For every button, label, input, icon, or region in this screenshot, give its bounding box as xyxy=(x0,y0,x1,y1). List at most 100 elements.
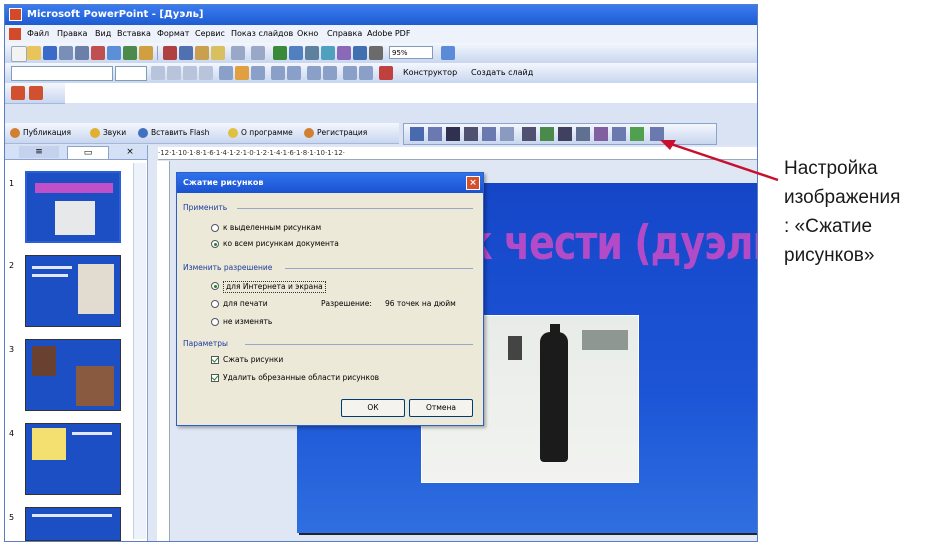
insert-picture-icon[interactable] xyxy=(410,127,424,141)
slide-thumbnail-5[interactable] xyxy=(25,507,121,541)
radio-apply-all[interactable] xyxy=(211,240,219,248)
preview-icon[interactable] xyxy=(107,46,121,60)
tab-slides[interactable]: ▭ xyxy=(67,146,109,159)
insert-flash-button[interactable]: Вставить Flash xyxy=(137,126,209,140)
research-icon[interactable] xyxy=(139,46,153,60)
thumb-picture xyxy=(55,201,95,235)
new-slide-button[interactable]: Создать слайд xyxy=(471,66,533,80)
print-icon[interactable] xyxy=(91,46,105,60)
format-picture-icon[interactable] xyxy=(612,127,626,141)
set-transparent-icon[interactable] xyxy=(630,127,644,141)
radio-apply-selected[interactable] xyxy=(211,224,219,232)
align-left-icon[interactable] xyxy=(219,66,233,80)
bullets-icon[interactable] xyxy=(287,66,301,80)
sounds-button[interactable]: Звуки xyxy=(89,126,126,140)
save-icon[interactable] xyxy=(43,46,57,60)
shadow-icon[interactable] xyxy=(199,66,213,80)
pane-close-button[interactable]: × xyxy=(123,146,137,158)
menu-help[interactable]: Справка xyxy=(327,25,362,43)
insert-table-icon[interactable] xyxy=(289,46,303,60)
tables-borders-icon[interactable] xyxy=(305,46,319,60)
decrease-font-icon[interactable] xyxy=(323,66,337,80)
menu-format[interactable]: Формат xyxy=(157,25,189,43)
addin-icon-1[interactable] xyxy=(11,86,25,100)
bold-icon[interactable] xyxy=(151,66,165,80)
dialog-close-button[interactable]: × xyxy=(466,176,480,190)
increase-indent-icon[interactable] xyxy=(359,66,373,80)
font-name-select[interactable] xyxy=(11,66,113,81)
grayscale-icon[interactable] xyxy=(369,46,383,60)
less-brightness-icon[interactable] xyxy=(500,127,514,141)
more-contrast-icon[interactable] xyxy=(446,127,460,141)
about-button[interactable]: О программе xyxy=(227,126,293,140)
radio-res-print[interactable] xyxy=(211,300,219,308)
menu-window[interactable]: Окно xyxy=(297,25,318,43)
slide-thumbnail-3[interactable] xyxy=(25,339,121,411)
line-style-icon[interactable] xyxy=(558,127,572,141)
ok-button[interactable]: ОК xyxy=(341,399,405,417)
checkbox-delete-cropped[interactable] xyxy=(211,374,219,382)
decrease-indent-icon[interactable] xyxy=(343,66,357,80)
publish-button[interactable]: Публикация xyxy=(9,126,71,140)
open-icon[interactable] xyxy=(27,46,41,60)
slide-number: 1 xyxy=(9,179,15,188)
radio-res-none[interactable] xyxy=(211,318,219,326)
insert-chart-icon[interactable] xyxy=(273,46,287,60)
second-figure xyxy=(508,336,522,360)
flash-icon xyxy=(138,128,148,138)
tab-outline[interactable]: ≡ xyxy=(19,146,59,158)
email-icon[interactable] xyxy=(75,46,89,60)
spelling-icon[interactable] xyxy=(123,46,137,60)
menu-file[interactable]: Файл xyxy=(27,25,49,43)
menu-view[interactable]: Вид xyxy=(95,25,111,43)
redo-icon[interactable] xyxy=(251,46,265,60)
copy-icon[interactable] xyxy=(179,46,193,60)
checkbox-compress[interactable] xyxy=(211,356,219,364)
align-center-icon[interactable] xyxy=(235,66,249,80)
compress-pictures-icon[interactable] xyxy=(576,127,590,141)
format-painter-icon[interactable] xyxy=(211,46,225,60)
new-icon[interactable] xyxy=(11,46,27,62)
slide-thumbnail-2[interactable] xyxy=(25,255,121,327)
addin-icon-2[interactable] xyxy=(29,86,43,100)
menu-slideshow[interactable]: Показ слайдов xyxy=(231,25,293,43)
slides-pane-scrollbar[interactable] xyxy=(133,163,146,539)
align-right-icon[interactable] xyxy=(251,66,265,80)
radio-res-web[interactable] xyxy=(211,282,219,290)
permission-icon[interactable] xyxy=(59,46,73,60)
font-color-icon[interactable] xyxy=(379,66,393,80)
slide-title[interactable]: к чести (дуэль) xyxy=(467,215,757,270)
designer-button[interactable]: Конструктор xyxy=(403,66,457,80)
insert-picture-icon[interactable] xyxy=(321,46,335,60)
slide-thumbnail-4[interactable] xyxy=(25,423,121,495)
more-brightness-icon[interactable] xyxy=(482,127,496,141)
increase-font-icon[interactable] xyxy=(307,66,321,80)
slide-thumbnail-1[interactable] xyxy=(25,171,121,243)
font-size-select[interactable] xyxy=(115,66,147,81)
duelist-figure xyxy=(540,332,568,462)
reset-picture-icon[interactable] xyxy=(650,127,664,141)
italic-icon[interactable] xyxy=(167,66,181,80)
recolor-icon[interactable] xyxy=(594,127,608,141)
expand-all-icon[interactable] xyxy=(337,46,351,60)
menu-insert[interactable]: Вставка xyxy=(117,25,151,43)
paste-icon[interactable] xyxy=(195,46,209,60)
sleigh xyxy=(582,330,628,350)
color-icon[interactable] xyxy=(428,127,442,141)
rotate-icon[interactable] xyxy=(540,127,554,141)
register-button[interactable]: Регистрация xyxy=(303,126,367,140)
help-icon[interactable] xyxy=(441,46,455,60)
underline-icon[interactable] xyxy=(183,66,197,80)
document-icon[interactable] xyxy=(9,28,21,40)
menu-tools[interactable]: Сервис xyxy=(195,25,225,43)
show-formatting-icon[interactable] xyxy=(353,46,367,60)
zoom-select[interactable]: 95% xyxy=(389,46,433,59)
undo-icon[interactable] xyxy=(231,46,245,60)
cancel-button[interactable]: Отмена xyxy=(409,399,473,417)
crop-icon[interactable] xyxy=(522,127,536,141)
less-contrast-icon[interactable] xyxy=(464,127,478,141)
numbering-icon[interactable] xyxy=(271,66,285,80)
cut-icon[interactable] xyxy=(163,46,177,60)
menu-adobe-pdf[interactable]: Adobe PDF xyxy=(367,25,410,43)
menu-edit[interactable]: Правка xyxy=(57,25,87,43)
